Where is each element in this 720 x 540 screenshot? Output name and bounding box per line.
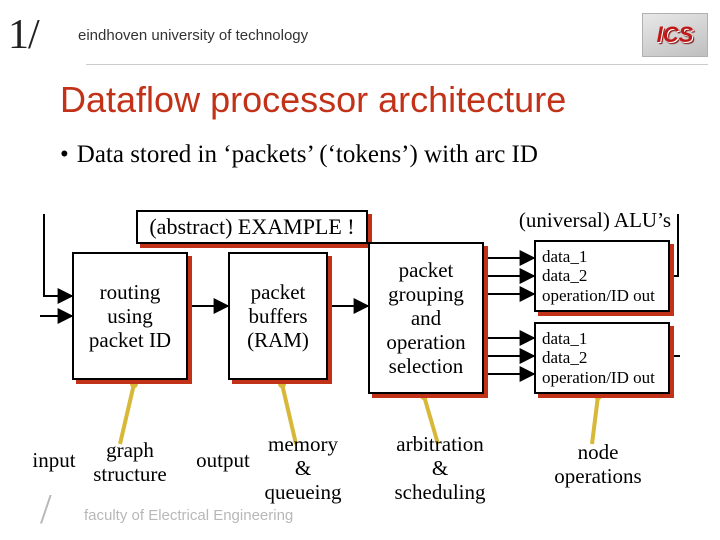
slide-title: Dataflow processor architecture (0, 65, 720, 123)
label-arbitration: arbitration&scheduling (380, 432, 500, 504)
block-buffers: packetbuffers(RAM) (228, 252, 328, 380)
label-alu: (universal) ALU’s (500, 208, 690, 232)
label-output: output (188, 448, 258, 472)
label-input: input (24, 448, 84, 472)
bullet-line: •Data stored in ‘packets’ (‘tokens’) wit… (0, 123, 720, 177)
bullet-text: Data stored in ‘packets’ (‘tokens’) with… (77, 141, 538, 168)
logo-left: 1/ (8, 11, 78, 59)
label-memory: memory&queueing (258, 432, 348, 504)
block-alu1: data_1data_2operation/ID out (534, 240, 670, 312)
footer-text: faculty of Electrical Engineering (84, 507, 293, 524)
footer-slash: / (40, 486, 52, 534)
label-graph: graphstructure (80, 438, 180, 486)
block-alu2: data_1data_2operation/ID out (534, 322, 670, 394)
block-routing: routingusingpacket ID (72, 252, 188, 380)
block-example: (abstract) EXAMPLE ! (136, 210, 368, 244)
university-name: eindhoven university of technology (78, 27, 642, 44)
ics-logo: ICS (642, 13, 708, 57)
label-node-ops: nodeoperations (538, 440, 658, 488)
bullet-dot: • (60, 141, 77, 168)
diagram: (abstract) EXAMPLE ! routingusingpacket … (40, 214, 680, 514)
block-grouping: packetgroupingandoperationselection (368, 242, 484, 394)
header: 1/ eindhoven university of technology IC… (0, 0, 720, 64)
